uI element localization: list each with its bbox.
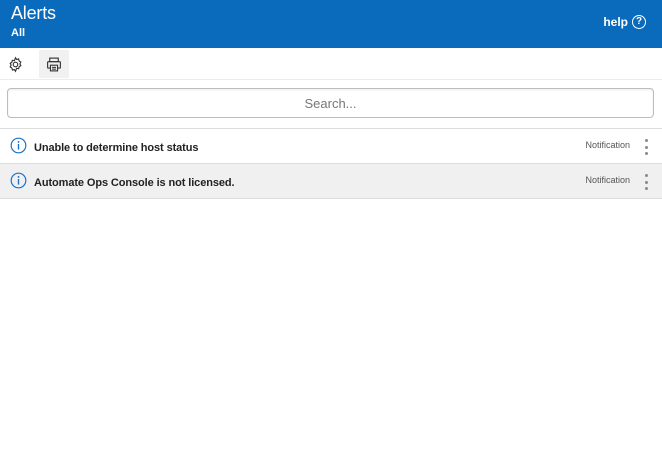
gear-icon (8, 56, 22, 72)
help-button[interactable]: help ? (603, 15, 646, 29)
print-button[interactable] (39, 50, 69, 78)
toolbar (0, 48, 662, 80)
printer-icon (47, 57, 61, 71)
settings-button[interactable] (0, 50, 30, 78)
more-options-icon[interactable] (640, 172, 652, 192)
alert-row[interactable]: Unable to determine host status Notifica… (0, 129, 662, 164)
search-box (7, 88, 654, 118)
info-icon (10, 137, 27, 154)
help-label: help (603, 15, 628, 29)
more-options-icon[interactable] (640, 137, 652, 157)
alert-message: Automate Ops Console is not licensed. (34, 177, 235, 189)
info-icon (10, 172, 27, 189)
alert-message: Unable to determine host status (34, 142, 199, 154)
search-input[interactable] (8, 89, 653, 117)
alert-type: Notification (585, 140, 630, 150)
alerts-list: Unable to determine host status Notifica… (0, 128, 662, 199)
page-title: Alerts (11, 3, 56, 23)
app-header: Alerts All help ? (0, 0, 662, 48)
question-circle-icon: ? (632, 15, 646, 29)
page-subtitle: All (11, 27, 26, 39)
alert-type: Notification (585, 175, 630, 185)
alert-row[interactable]: Automate Ops Console is not licensed. No… (0, 164, 662, 199)
